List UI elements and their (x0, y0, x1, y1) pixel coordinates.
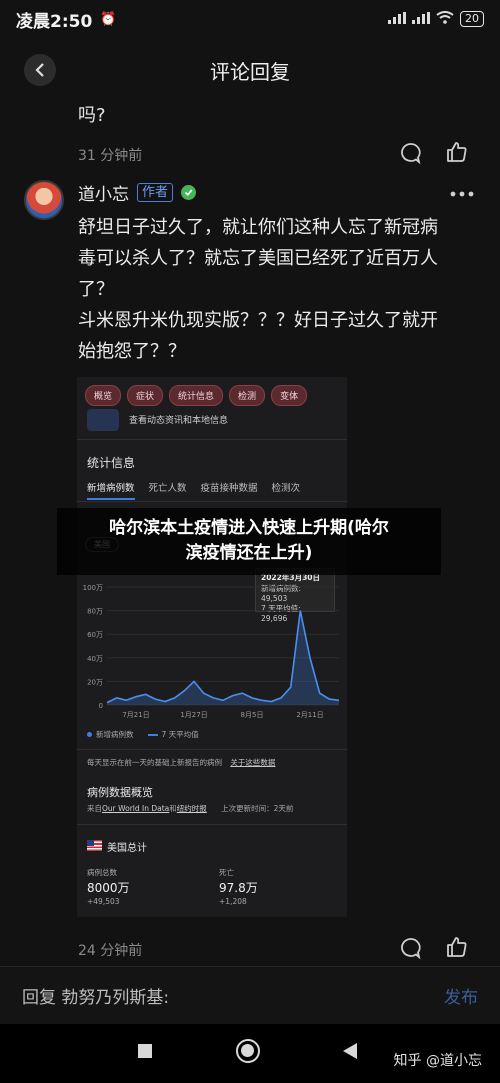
image-caption: 哈尔滨本土疫情进入快速上升期(哈尔 滨疫情还在上升) (57, 508, 441, 575)
home-button[interactable] (236, 1039, 260, 1063)
chip-row: 概览 症状 统计信息 检测 变体 (85, 385, 308, 406)
prev-comment-time: 31 分钟前 (78, 148, 143, 164)
source-owid-link: Our World In Data (102, 804, 170, 813)
recents-button[interactable] (138, 1044, 152, 1058)
us-flag-icon (87, 840, 102, 851)
y-tick-label: 80万 (87, 608, 103, 616)
prev-comment-tail: 吗? (78, 105, 106, 126)
comment-bubble-icon (401, 938, 421, 960)
comment-line: 斗米恩升米仇现实版？？？好日子过久了就开 (78, 310, 438, 331)
cases-value: 8000万 (87, 881, 130, 895)
chart-footnote: 每天显示在前一天的基础上新报告的病例 关于这些数据 (87, 757, 275, 768)
chip-testing: 检测 (229, 385, 266, 406)
like-button[interactable] (445, 935, 469, 959)
comment-line: 了？ (78, 279, 114, 300)
embedded-hint: 查看动态资讯和本地信息 (129, 416, 229, 426)
source-line: 来自Our World In Data和纽约时报 上次更新时间：2天前 (87, 803, 293, 814)
comment-bubble-icon (401, 143, 421, 165)
x-tick-label: 7月21日 (122, 711, 149, 719)
y-tick-label: 40万 (87, 655, 103, 663)
comment-line: 舒坦日子过久了，就让你们这种人忘了新冠病 (78, 217, 438, 238)
footnote-link: 关于这些数据 (230, 758, 276, 767)
tab-tests: 检测次 (271, 483, 301, 494)
divider (77, 439, 347, 440)
embedded-tabs: 新增病例数 死亡人数 疫苗接种数据 检测次 (87, 480, 300, 500)
like-button[interactable] (445, 140, 469, 164)
reply-comment-button[interactable] (398, 936, 422, 960)
x-tick-label: 2月11日 (296, 711, 323, 719)
thumbs-up-icon (447, 937, 467, 957)
alarm-off-icon: ⏰ (100, 11, 117, 27)
legend-label-average: 7 天平均值 (161, 730, 199, 739)
deaths-value: 97.8万 (219, 881, 258, 895)
page-header: 评论回复 (0, 44, 500, 96)
cases-label: 病例总数 (87, 868, 117, 877)
more-options-button[interactable] (449, 183, 475, 202)
comment-author: 道小忘 作者 (78, 180, 197, 205)
chevron-left-icon (35, 63, 44, 77)
signal-icon (388, 11, 406, 27)
x-tick-label: 8月5日 (241, 711, 264, 719)
back-nav-button[interactable] (342, 1042, 358, 1060)
comment-line: 始抱怨了？？ (78, 341, 186, 362)
reply-comment-button[interactable] (398, 141, 422, 165)
author-name[interactable]: 道小忘 (78, 180, 129, 205)
reply-input[interactable]: 回复 勃努乃列斯基: (22, 983, 169, 1008)
y-tick-label: 0 (99, 702, 103, 710)
source-nyt-link: 纽约时报 (176, 804, 207, 813)
wifi-icon (436, 11, 454, 27)
legend-label-cases: 新增病例数 (96, 730, 134, 739)
chart-legend: 新增病例数 7 天平均值 (87, 729, 199, 740)
comment-line: 毒可以杀人了？就忘了美国已经死了近百万人 (78, 248, 438, 269)
y-tick-label: 100万 (83, 584, 103, 592)
status-bar: 凌晨2:50 ⏰ 20 (0, 0, 500, 38)
status-icons: 20 (388, 11, 484, 27)
legend-average: 7 天平均值 (147, 729, 199, 740)
divider (77, 501, 347, 502)
total-title: 美国总计 (107, 843, 147, 854)
footnote-text: 每天显示在前一天的基础上新报告的病例 (87, 758, 222, 767)
page-title: 评论回复 (210, 59, 290, 84)
x-tick-label: 1月27日 (180, 711, 207, 719)
legend-new-cases: 新增病例数 (87, 729, 134, 740)
embedded-section-title: 统计信息 (87, 456, 136, 470)
chip-overview: 概览 (85, 385, 122, 406)
caption-line-1: 哈尔滨本土疫情进入快速上升期(哈尔 (109, 518, 389, 538)
chip-symptoms: 症状 (127, 385, 164, 406)
source-and: 和 (169, 804, 177, 813)
avatar[interactable] (24, 180, 64, 220)
author-badge: 作者 (137, 183, 174, 202)
back-button[interactable] (24, 54, 56, 86)
tab-deaths: 死亡人数 (148, 483, 187, 494)
more-dots-icon (450, 191, 474, 197)
cases-delta: +49,503 (87, 897, 120, 906)
deaths-label: 死亡 (219, 868, 234, 877)
reply-input-bar: 回复 勃努乃列斯基: 发布 (0, 966, 500, 1024)
tab-vaccines: 疫苗接种数据 (200, 483, 258, 494)
thumbs-up-icon (447, 142, 467, 162)
deaths-delta: +1,208 (219, 897, 247, 906)
overview-title: 病例数据概览 (87, 786, 153, 799)
comment-body: 舒坦日子过久了，就让你们这种人忘了新冠病 毒可以杀人了？就忘了美国已经死了近百万… (78, 212, 470, 367)
divider (77, 749, 347, 750)
chip-variants: 变体 (271, 385, 308, 406)
comment-image[interactable]: 概览 症状 统计信息 检测 变体 查看动态资讯和本地信息 统计信息 新增病例数 … (77, 377, 347, 917)
chip-stats: 统计信息 (169, 385, 224, 406)
source-updated: 上次更新时间：2天前 (221, 804, 294, 813)
watermark: 知乎 @道小忘 (393, 1053, 482, 1069)
tab-new-cases: 新增病例数 (87, 480, 135, 500)
y-tick-label: 60万 (87, 631, 103, 639)
publish-button[interactable]: 发布 (444, 983, 478, 1008)
status-time: 凌晨2:50 (16, 11, 93, 32)
comment-time: 24 分钟前 (78, 943, 143, 959)
battery-icon: 20 (460, 11, 484, 27)
cases-chart: 100万 80万 60万 40万 20万 0 7月21日 1月27日 8月5日 2月11日 (83, 584, 340, 719)
source-prefix: 来自 (87, 804, 102, 813)
signal-2-icon (412, 11, 430, 27)
caption-line-2: 滨疫情还在上升) (185, 543, 313, 563)
y-tick-label: 20万 (87, 678, 103, 686)
verified-icon (181, 185, 197, 200)
divider (77, 824, 347, 825)
info-icon (87, 409, 119, 431)
